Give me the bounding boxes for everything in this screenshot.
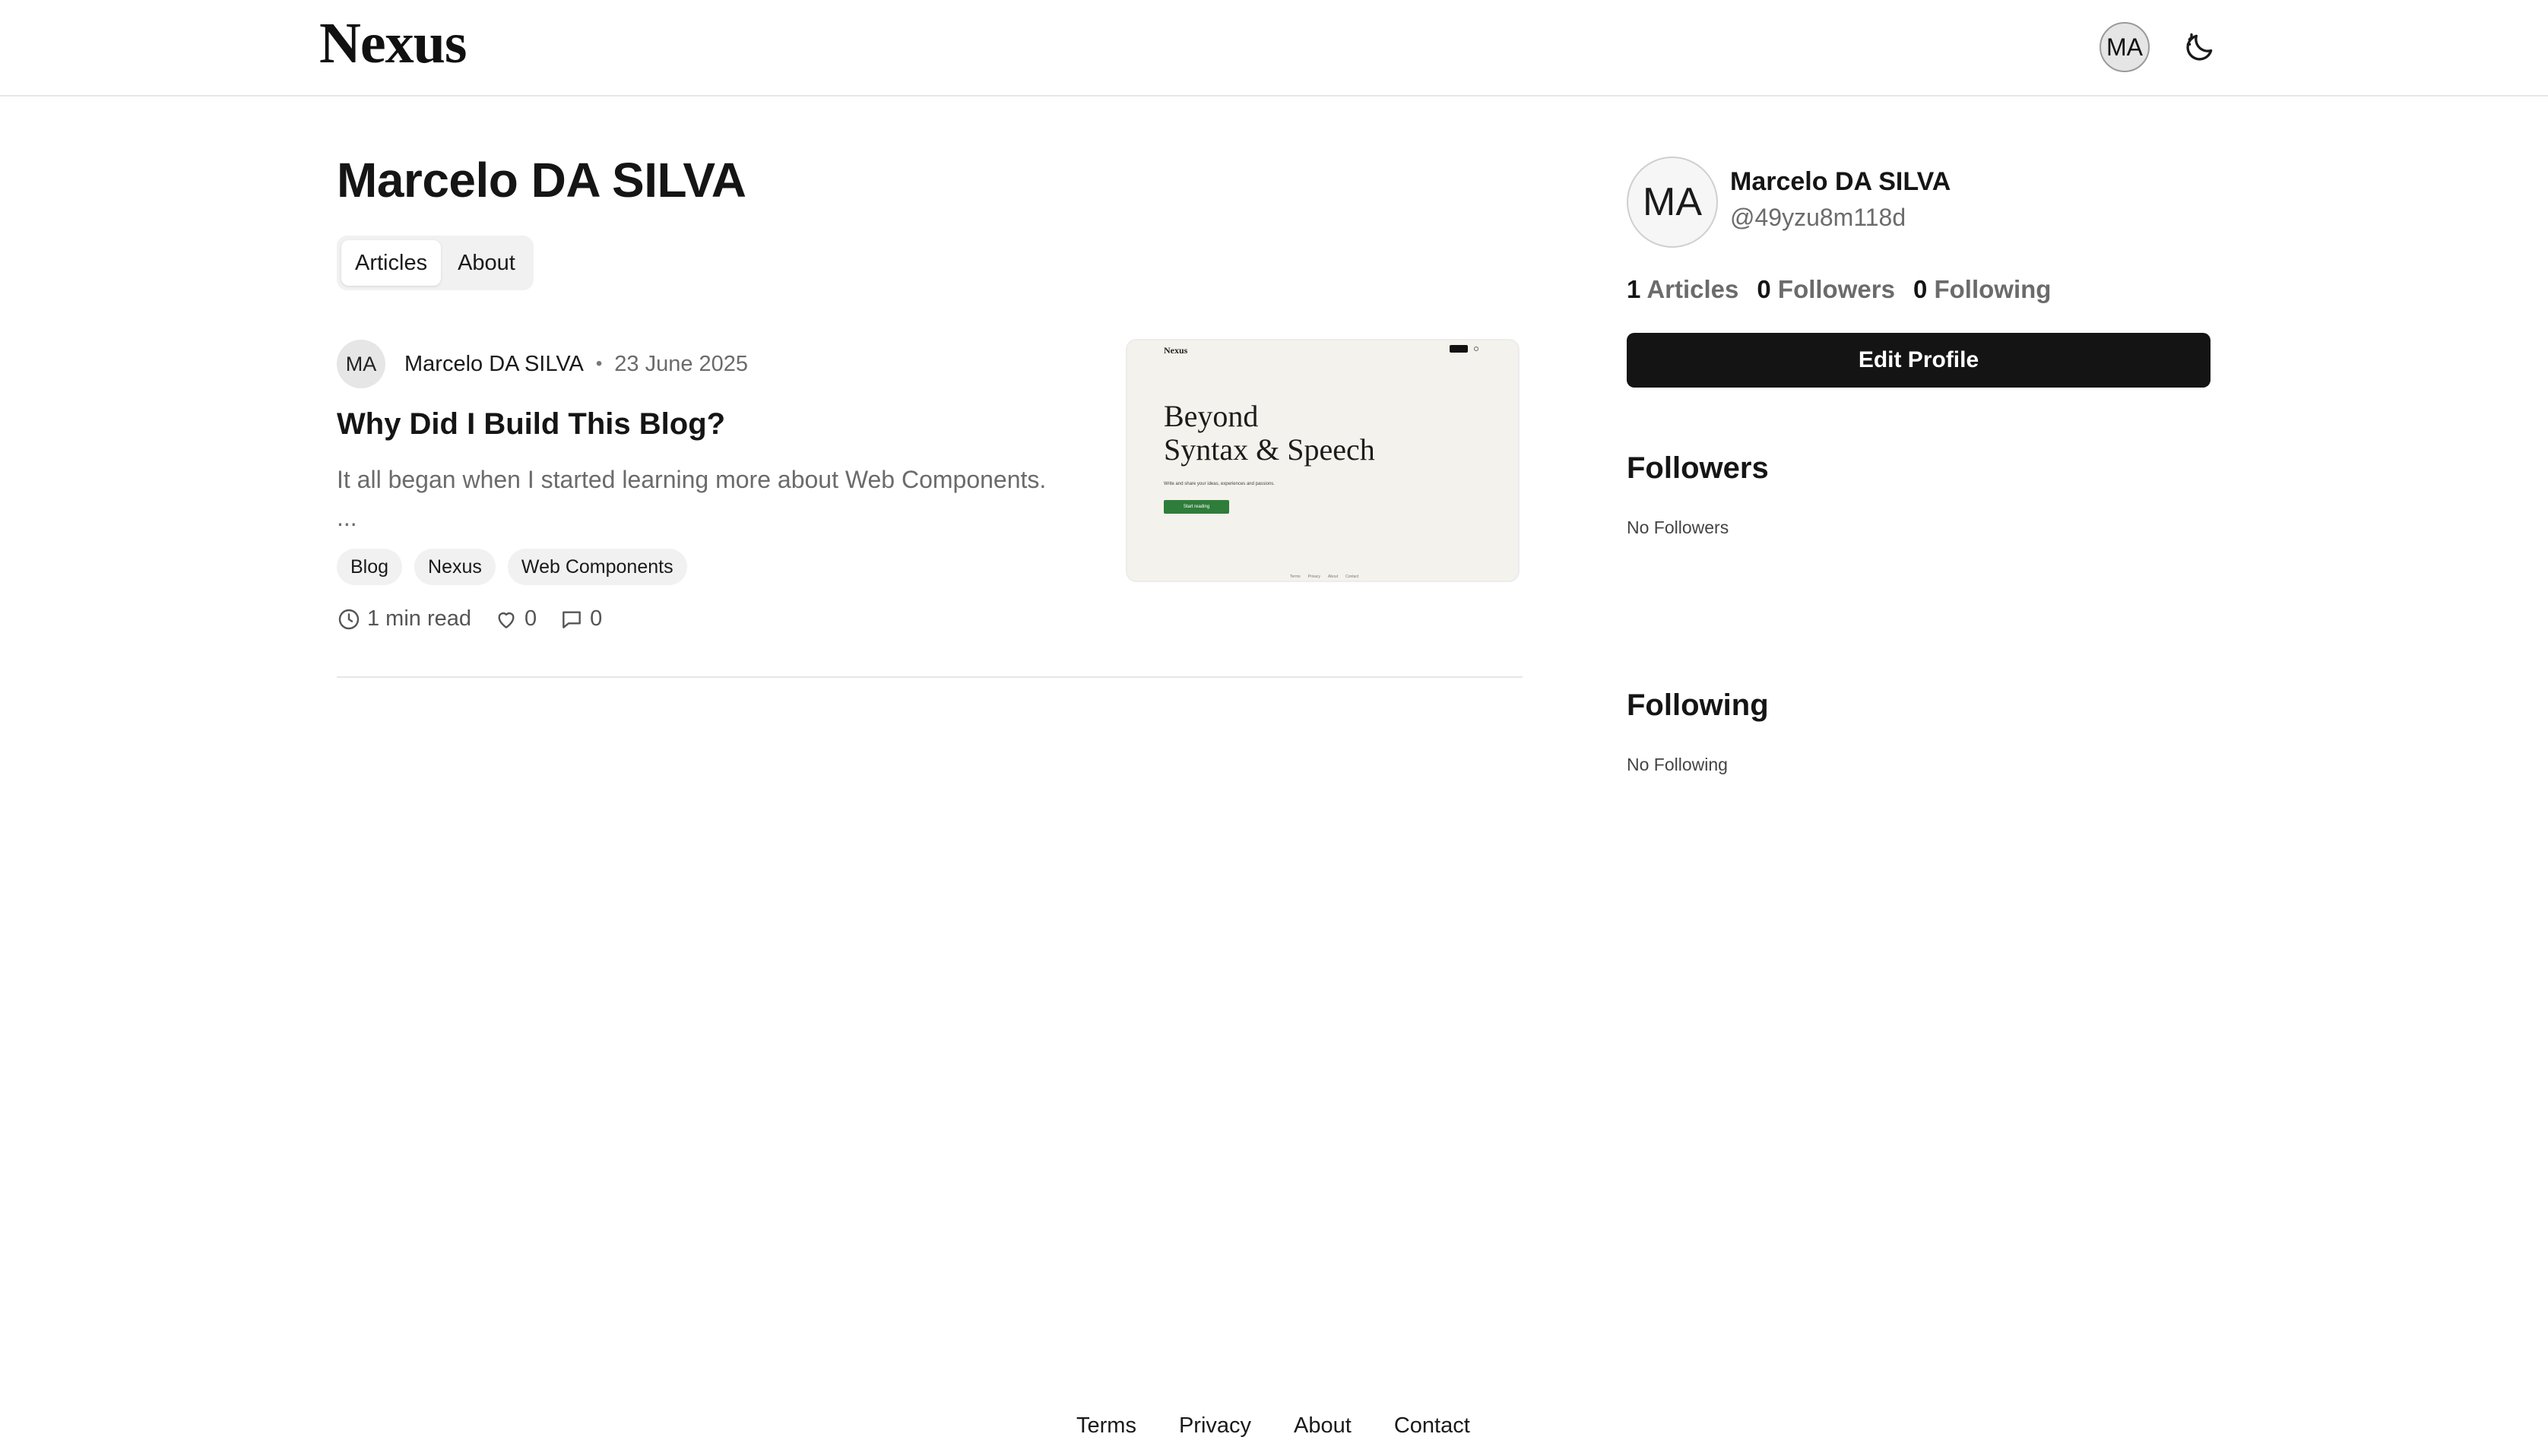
- footer-link-privacy[interactable]: Privacy: [1179, 1413, 1251, 1439]
- like-button[interactable]: 0: [494, 606, 537, 631]
- excerpt-line: It all began when I started learning mor…: [337, 466, 1047, 493]
- read-time-label: 1 min read: [367, 606, 472, 631]
- articles-count-label: Articles: [1646, 275, 1739, 303]
- thumbnail-heading-line: Beyond: [1164, 399, 1259, 433]
- tag-nexus[interactable]: Nexus: [414, 549, 496, 585]
- following-count-label: Following: [1934, 275, 2052, 303]
- thumbnail-cta: Start reading: [1164, 500, 1229, 514]
- tag-web-components[interactable]: Web Components: [507, 549, 687, 585]
- article-card[interactable]: MA Marcelo DA SILVA • 23 June 2025 Why D…: [337, 334, 1523, 678]
- thumbnail-footer-link: Terms: [1290, 574, 1301, 579]
- articles-count-number: 1: [1627, 275, 1641, 303]
- read-time: 1 min read: [337, 606, 471, 631]
- excerpt-ellipsis: ...: [337, 504, 357, 531]
- followers-count-number: 0: [1757, 275, 1771, 303]
- author-name[interactable]: Marcelo DA SILVA: [404, 352, 584, 377]
- following-count-number: 0: [1913, 275, 1928, 303]
- tag-blog[interactable]: Blog: [337, 549, 403, 585]
- articles-count[interactable]: 1 Articles: [1627, 275, 1738, 304]
- profile-counts: 1 Articles 0 Followers 0 Following: [1627, 275, 2051, 304]
- comment-icon: [563, 610, 582, 628]
- meta-separator: •: [595, 353, 603, 374]
- following-heading: Following: [1627, 688, 1769, 722]
- followers-count[interactable]: 0 Followers: [1757, 275, 1895, 304]
- moon-icon: [2186, 33, 2213, 61]
- thumbnail-nav-button: [1450, 345, 1468, 353]
- site-footer: Terms Privacy About Contact: [1076, 1413, 1470, 1439]
- article-stats: 1 min read 0 0: [337, 606, 602, 631]
- thumbnail-footer: Terms Privacy About Contact: [1290, 574, 1358, 579]
- article-thumbnail[interactable]: Nexus Beyond Syntax & Speech Write and s…: [1126, 339, 1520, 582]
- profile-handle: @49yzu8m118d: [1730, 204, 1906, 231]
- thumbnail-tagline: Write and share your ideas, experiences …: [1164, 482, 1275, 486]
- author-avatar[interactable]: MA: [337, 340, 385, 388]
- user-avatar-button[interactable]: MA: [2100, 22, 2150, 72]
- tab-about[interactable]: About: [444, 240, 529, 286]
- profile-title: Marcelo DA SILVA: [337, 153, 746, 207]
- followers-empty-text: No Followers: [1627, 518, 1729, 537]
- profile-avatar: MA: [1627, 157, 1718, 248]
- thumbnail-theme-icon: [1474, 347, 1478, 351]
- footer-link-contact[interactable]: Contact: [1394, 1413, 1470, 1439]
- followers-heading: Followers: [1627, 451, 1769, 485]
- thumbnail-footer-link: Contact: [1345, 574, 1359, 579]
- thumbnail-footer-link: Privacy: [1307, 574, 1321, 579]
- thumbnail-heading: Beyond Syntax & Speech: [1164, 400, 1375, 467]
- footer-link-terms[interactable]: Terms: [1076, 1413, 1136, 1439]
- heart-icon: [498, 612, 515, 628]
- comment-count: 0: [590, 606, 603, 631]
- article-title[interactable]: Why Did I Build This Blog?: [337, 407, 725, 442]
- profile-tabs: Articles About: [337, 236, 534, 290]
- top-navbar: Nexus MA: [0, 0, 2548, 97]
- edit-profile-button[interactable]: Edit Profile: [1627, 333, 2210, 388]
- profile-name: Marcelo DA SILVA: [1730, 167, 1951, 196]
- following-empty-text: No Following: [1627, 755, 1728, 774]
- thumbnail-footer-link: About: [1328, 574, 1339, 579]
- clock-icon: [338, 609, 360, 629]
- thumbnail-logo: Nexus: [1164, 345, 1188, 356]
- publish-date: 23 June 2025: [614, 351, 749, 376]
- following-count[interactable]: 0 Following: [1913, 275, 2052, 304]
- article-excerpt: It all began when I started learning mor…: [337, 461, 1097, 537]
- article-meta: MA Marcelo DA SILVA • 23 June 2025: [337, 339, 748, 389]
- like-count: 0: [524, 606, 537, 631]
- followers-count-label: Followers: [1777, 275, 1895, 303]
- tag-list: Blog Nexus Web Components: [337, 549, 687, 585]
- site-logo[interactable]: Nexus: [319, 11, 467, 77]
- comment-button[interactable]: 0: [559, 606, 602, 631]
- tab-articles[interactable]: Articles: [341, 240, 442, 286]
- thumbnail-heading-line: Syntax & Speech: [1164, 432, 1375, 467]
- footer-link-about[interactable]: About: [1294, 1413, 1352, 1439]
- theme-toggle-button[interactable]: [2180, 27, 2220, 67]
